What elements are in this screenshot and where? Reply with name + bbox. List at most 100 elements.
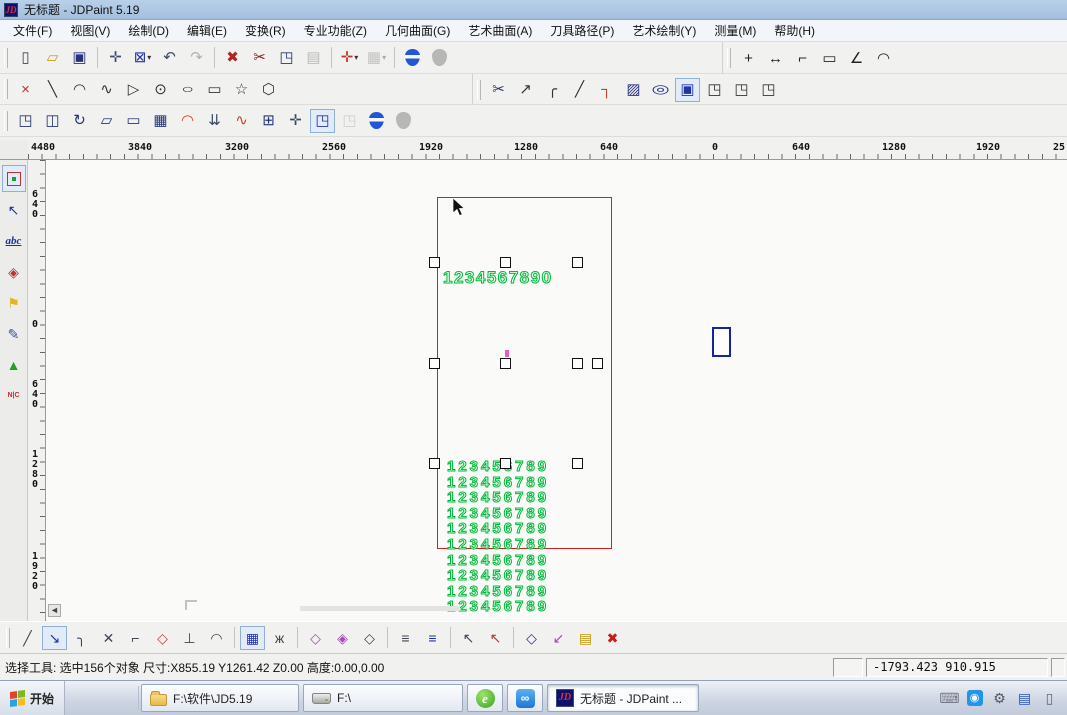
menu-item-3[interactable]: 绘制(D) <box>119 20 178 41</box>
array-icon[interactable]: ▦ <box>148 109 173 133</box>
engraved-text-row[interactable]: 123456789 <box>447 475 549 491</box>
shield-blue-icon[interactable] <box>364 109 389 133</box>
shield-gray-icon[interactable] <box>427 46 452 70</box>
selection-handle[interactable] <box>572 458 583 469</box>
arc-array-icon[interactable]: ◠ <box>175 109 200 133</box>
node-insert-icon[interactable]: ◇ <box>519 626 544 650</box>
blue-rect-object[interactable] <box>712 327 731 357</box>
chamfer-icon[interactable]: ╱ <box>567 78 592 102</box>
paste-icon[interactable]: ▤ <box>301 46 326 70</box>
ungroup-icon[interactable]: ◳ <box>337 109 362 133</box>
relief-tool-icon[interactable]: ▲ <box>2 351 26 378</box>
menu-item-4[interactable]: 编辑(E) <box>178 20 236 41</box>
open-file-icon[interactable]: ▱ <box>40 46 65 70</box>
extend-icon[interactable]: ↗ <box>513 78 538 102</box>
selection-handle[interactable] <box>572 358 583 369</box>
text-tool-icon[interactable]: abc <box>2 227 26 254</box>
delete-icon[interactable]: ✖ <box>220 46 245 70</box>
snap-nearest-icon[interactable]: ↘ <box>42 626 67 650</box>
shear-icon[interactable]: ▱ <box>94 109 119 133</box>
taskbar-item-drive[interactable]: F:\ <box>303 684 463 712</box>
polygon-tool-icon[interactable]: ⬡ <box>256 77 281 101</box>
curve-draw-tool-icon[interactable]: ⚑ <box>2 289 26 316</box>
cancel-icon[interactable]: ✖ <box>600 626 625 650</box>
selection-handle[interactable] <box>592 358 603 369</box>
snap-perpendicular-icon[interactable]: ⊥ <box>177 626 202 650</box>
rect-tool-icon[interactable]: ▭ <box>202 77 227 101</box>
snap-tangent-corner-icon[interactable]: ⌐ <box>123 626 148 650</box>
offset-copy-point-icon[interactable]: ◳ <box>756 78 781 102</box>
toolbar-grip[interactable] <box>727 48 731 68</box>
shield-blue-icon[interactable] <box>400 46 425 70</box>
menu-item-1[interactable]: 文件(F) <box>4 20 61 41</box>
toolbar-grip[interactable] <box>4 48 8 68</box>
view-3d-icon[interactable]: ▦▾ <box>364 46 389 70</box>
selection-handle[interactable] <box>500 358 511 369</box>
measure-arc-icon[interactable]: ◠ <box>871 46 896 70</box>
selection-handle[interactable] <box>429 257 440 268</box>
circle-tool-icon[interactable]: ⊙ <box>148 77 173 101</box>
dropdown-arrow-icon[interactable]: ▾ <box>382 54 386 62</box>
selection-handle[interactable] <box>429 358 440 369</box>
device-tray-icon[interactable]: ⚙ <box>989 688 1010 709</box>
menu-item-12[interactable]: 帮助(H) <box>765 20 824 41</box>
offset-copy-icon[interactable]: ◳ <box>702 78 727 102</box>
rotate-icon[interactable]: ↻ <box>67 109 92 133</box>
engraved-text-row[interactable]: 123456789 <box>447 599 549 615</box>
toolbar-grip[interactable] <box>6 628 10 648</box>
media-tray-icon[interactable]: ▤ <box>1014 688 1035 709</box>
align-center-icon[interactable]: ✛ <box>283 109 308 133</box>
node-list-icon[interactable]: ▤ <box>573 626 598 650</box>
snap-vertex-icon[interactable]: ◇ <box>303 626 328 650</box>
snap-midpoint-icon[interactable]: ◈ <box>330 626 355 650</box>
contour-tool-icon[interactable]: ◈ <box>2 258 26 285</box>
pick-remove-icon[interactable]: ↖ <box>483 626 508 650</box>
menu-item-9[interactable]: 刀具路径(P) <box>541 20 623 41</box>
polyline-tool-icon[interactable]: ▷ <box>121 77 146 101</box>
trim-icon[interactable]: ✂ <box>486 78 511 102</box>
snap-curve-point-icon[interactable]: ╮ <box>69 626 94 650</box>
scroll-left-icon[interactable]: ◄ <box>48 604 61 617</box>
taskbar-item-folder[interactable]: F:\软件\JD5.19 <box>141 684 299 712</box>
node-measure-icon[interactable]: ↙ <box>546 626 571 650</box>
offset-corner-icon[interactable]: ┐ <box>594 78 619 102</box>
redo-icon[interactable]: ↷ <box>184 46 209 70</box>
measure-rect-icon[interactable]: ▭ <box>817 46 842 70</box>
engraved-text-row[interactable]: 123456789 <box>447 568 549 584</box>
point-tool-icon[interactable]: × <box>13 77 38 101</box>
selection-handle[interactable] <box>429 458 440 469</box>
menu-item-10[interactable]: 艺术绘制(Y) <box>623 20 705 41</box>
scale-icon[interactable]: ▭ <box>121 109 146 133</box>
concentric-offset-icon[interactable]: ▣ <box>675 78 700 102</box>
fillet-icon[interactable]: ╭ <box>540 78 565 102</box>
engraved-text-block[interactable]: 1234567891234567891234567891234567891234… <box>447 459 549 615</box>
menu-item-6[interactable]: 专业功能(Z) <box>295 20 376 41</box>
snap-cross-icon[interactable]: ✛ <box>103 46 128 70</box>
engraved-text-row[interactable]: 123456789 <box>447 537 549 553</box>
measure-step-icon[interactable]: ⌐ <box>790 46 815 70</box>
copy-icon[interactable]: ◳ <box>274 46 299 70</box>
menu-item-2[interactable]: 视图(V) <box>61 20 119 41</box>
measure-point-icon[interactable]: + <box>736 46 761 70</box>
taskbar-item-jdpaint[interactable]: JD无标题 - JDPaint ... <box>547 684 699 712</box>
stretch-icon[interactable]: ⊞ <box>256 109 281 133</box>
star-tool-icon[interactable]: ☆ <box>229 77 254 101</box>
cut-icon[interactable]: ✂ <box>247 46 272 70</box>
engraved-text-row[interactable]: 123456789 <box>447 584 549 600</box>
sketch-tool-icon[interactable]: ✎ <box>2 320 26 347</box>
taskbar-item-security360[interactable]: ∞ <box>507 684 543 712</box>
drawing-canvas[interactable]: 1234567890 12345678912345678912345678912… <box>46 160 1067 621</box>
shield-gray-icon[interactable] <box>391 109 416 133</box>
align-bottom-icon[interactable]: ≡ <box>393 626 418 650</box>
path-array-icon[interactable]: ∿ <box>229 109 254 133</box>
offset-copy-out-icon[interactable]: ◳ <box>729 78 754 102</box>
menu-item-11[interactable]: 测量(M) <box>705 20 765 41</box>
snap-intersection-icon[interactable]: ✕ <box>96 626 121 650</box>
spline-tool-icon[interactable]: ∿ <box>94 77 119 101</box>
engraved-text-row[interactable]: 123456789 <box>447 506 549 522</box>
taskbar-item-browser360[interactable]: e <box>467 684 503 712</box>
snap-center-icon[interactable]: ◇ <box>357 626 382 650</box>
dropdown-arrow-icon[interactable]: ▾ <box>354 54 358 62</box>
start-button[interactable]: 开始 <box>0 681 65 715</box>
move-copy-icon[interactable]: ◳ <box>13 109 38 133</box>
